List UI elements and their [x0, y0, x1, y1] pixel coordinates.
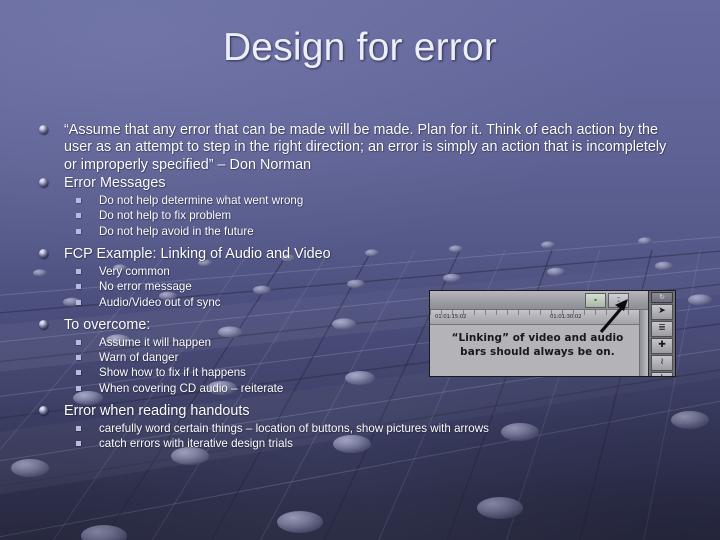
bullet-level1: “Assume that any error that can be made … [34, 122, 674, 174]
sphere-bullet-icon [39, 319, 48, 329]
slide: Design for error “Assume that any error … [0, 0, 720, 540]
sphere-bullet-icon [39, 177, 48, 187]
bullet-level2-text: Do not help determine what went wrong [99, 194, 304, 208]
bullet-level1-text: “Assume that any error that can be made … [64, 122, 667, 173]
sub-bullet-list: Do not help determine what went wrong Do… [34, 193, 674, 239]
bullet-level2: When covering CD audio – reiterate [34, 381, 674, 396]
square-bullet-icon [76, 299, 81, 305]
sphere-bullet-icon [39, 405, 48, 415]
square-bullet-icon [76, 441, 81, 447]
sphere-bullet-icon [39, 125, 48, 134]
bullet-level2-text: Assume it will happen [99, 336, 212, 349]
bullet-level2: catch errors with iterative design trial… [34, 436, 674, 451]
bullet-level2-text: When covering CD audio – reiterate [99, 381, 284, 395]
square-bullet-icon [76, 213, 81, 219]
snapping-toggle-button[interactable]: ⌶ [608, 293, 629, 308]
tool-palette-header: ↻ [651, 292, 673, 303]
bullet-level1-text: FCP Example: Linking of Audio and Video [64, 245, 331, 262]
bullet-level2: Do not help to fix problem [34, 208, 674, 223]
bullet-level1-text: To overcome: [64, 316, 151, 333]
bullet-level2: carefully word certain things – location… [34, 421, 674, 436]
selection-tool-icon[interactable]: ➤ [651, 304, 673, 320]
annotation-caption-line1: “Linking” of video and audio [451, 332, 624, 344]
sphere-bullet-icon [39, 248, 48, 258]
bullet-level2-text: Very common [99, 265, 170, 279]
fcp-track-area: “Linking” of video and audio bars should… [430, 325, 649, 376]
linking-toggle-button[interactable]: ⚭ [585, 293, 606, 308]
bullet-level1: FCP Example: Linking of Audio and Video [34, 246, 674, 263]
square-bullet-icon [76, 284, 81, 290]
bullet-level1: Error when reading handouts [34, 403, 674, 420]
bullet-level2-text: Do not help to fix problem [99, 209, 232, 223]
fcp-toggle-buttons: ⚭ ⌶ [585, 293, 629, 308]
fcp-tool-palette: ↻ ➤ ≣ ✚ ≀ ⌇ ⤡ [648, 291, 675, 376]
square-bullet-icon [76, 269, 81, 275]
sub-bullet-list: carefully word certain things – location… [34, 421, 674, 451]
bullet-level2: Do not help determine what went wrong [34, 193, 674, 208]
bullet-level2-text: No error message [99, 280, 192, 294]
zoom-tool-icon[interactable]: ✚ [651, 338, 673, 354]
square-bullet-icon [76, 385, 81, 391]
fcp-timecode-ruler[interactable]: 01:01:15:02 01:01:30:02 [430, 310, 649, 325]
razor-blade-tool-icon[interactable]: ≀ [651, 355, 673, 371]
fcp-timeline-panel: ⚭ ⌶ 01:01:15:02 01:01:30:02 “Linking” of… [430, 291, 649, 376]
square-bullet-icon [76, 228, 81, 234]
timecode-right: 01:01:30:02 [550, 314, 582, 320]
bullet-level1-text: Error Messages [64, 174, 166, 191]
bullet-level2-text: catch errors with iterative design trial… [99, 437, 293, 451]
square-bullet-icon [76, 198, 81, 204]
bullet-level2-text: Show how to fix if it happens [99, 366, 246, 380]
bullet-level2-text: Audio/Video out of sync [99, 295, 221, 309]
page-title: Design for error [222, 26, 498, 69]
annotation-caption: “Linking” of video and audio bars should… [430, 331, 645, 359]
timecode-left: 01:01:15:02 [435, 314, 467, 320]
bullet-level1: Error Messages [34, 175, 674, 192]
bullet-level2: Do not help avoid in the future [34, 224, 674, 239]
slide-body: “Assume that any error that can be made … [34, 122, 674, 455]
annotation-caption-line2: bars should always be on. [460, 346, 615, 358]
square-bullet-icon [76, 355, 81, 361]
square-bullet-icon [76, 370, 81, 376]
square-bullet-icon [76, 426, 81, 432]
bullet-level2-text: Warn of danger [99, 351, 179, 365]
pen-tool-icon[interactable]: ⌇ [651, 372, 673, 376]
bullet-level2-text: carefully word certain things – location… [99, 422, 489, 436]
bullet-level2: Very common [34, 264, 674, 279]
bullet-level2-text: Do not help avoid in the future [99, 224, 254, 238]
fcp-toolbar: ⚭ ⌶ [430, 291, 649, 310]
bullet-level1-text: Error when reading handouts [64, 402, 250, 419]
square-bullet-icon [76, 340, 81, 345]
track-select-tool-icon[interactable]: ≣ [651, 321, 673, 337]
embedded-fcp-screenshot: ⚭ ⌶ 01:01:15:02 01:01:30:02 “Linking” of… [429, 290, 676, 377]
